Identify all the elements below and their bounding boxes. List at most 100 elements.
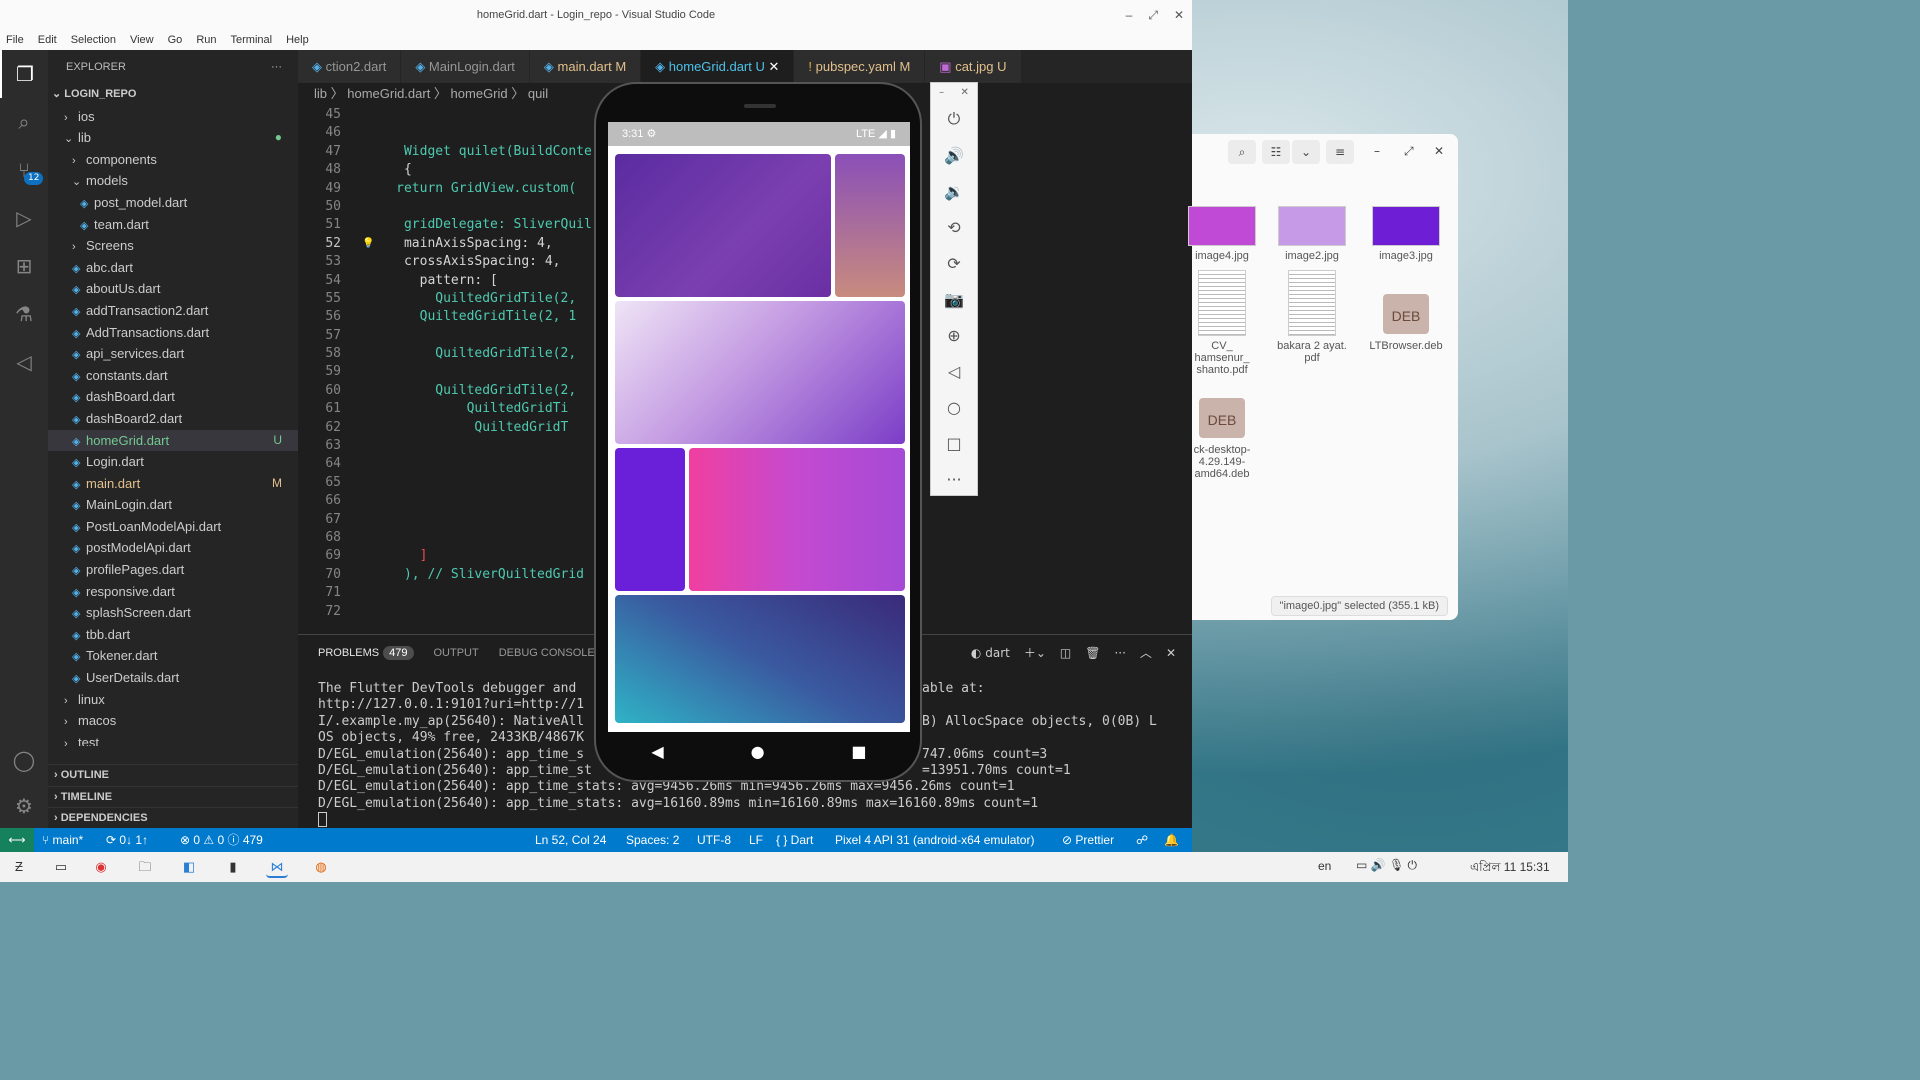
editor-tab[interactable]: ◈ homeGrid.dart U ✕ (641, 50, 795, 83)
more-icon[interactable]: ··· (1114, 635, 1125, 671)
view-dropdown-icon[interactable]: ⌄ (1292, 140, 1320, 164)
minimize-icon[interactable]: – (1126, 0, 1133, 30)
overview-icon[interactable]: □ (931, 425, 977, 461)
menu-terminal[interactable]: Terminal (231, 30, 273, 50)
emulator-minimize-icon[interactable]: – (939, 87, 944, 98)
section-outline[interactable]: › OUTLINE (48, 764, 298, 786)
back-icon[interactable]: ◀ (651, 742, 663, 761)
tree-folder[interactable]: › components (48, 149, 298, 171)
zorin-menu-icon[interactable]: Ƶ (8, 856, 30, 878)
file-item[interactable]: image4.jpg (1182, 206, 1262, 262)
tree-file[interactable]: ◈ Tokener.dart (48, 645, 298, 667)
tree-file[interactable]: ◈ constants.dart (48, 365, 298, 387)
tab-problems[interactable]: PROBLEMS 479 (318, 635, 414, 671)
editor-tab[interactable]: ◈ ction2.dart (298, 50, 402, 83)
close-panel-icon[interactable]: ✕ (1166, 635, 1176, 671)
eol-status[interactable]: LF (749, 828, 763, 852)
maximize-panel-icon[interactable]: ︿ (1140, 635, 1152, 671)
tree-file[interactable]: ◈ PostLoanModelApi.dart (48, 516, 298, 538)
lightbulb-icon[interactable]: 💡 (362, 235, 374, 253)
tree-folder[interactable]: › Screens (48, 235, 298, 257)
tree-file[interactable]: ◈ tbb.dart (48, 624, 298, 646)
cursor-position[interactable]: Ln 52, Col 24 (535, 828, 606, 852)
rotate-left-icon[interactable]: ⟲ (931, 209, 977, 245)
file-item[interactable]: image3.jpg (1366, 206, 1446, 262)
grid-tile-4[interactable] (615, 448, 685, 591)
home-icon[interactable]: ● (751, 742, 765, 761)
maximize-icon[interactable]: ⤢ (1404, 144, 1414, 159)
search-icon[interactable]: ⌕ (0, 98, 48, 146)
tree-file[interactable]: ◈ team.dart (48, 214, 298, 236)
tree-file[interactable]: ◈ api_services.dart (48, 343, 298, 365)
grid-tile-5[interactable] (689, 448, 905, 591)
section-dependencies[interactable]: › DEPENDENCIES (48, 807, 298, 829)
tree-file[interactable]: ◈ addTransaction2.dart (48, 300, 298, 322)
emulator-close-icon[interactable]: ✕ (960, 87, 968, 98)
account-icon[interactable]: ◯ (0, 736, 48, 784)
close-icon[interactable]: ✕ (1434, 144, 1444, 158)
section-timeline[interactable]: › TIMELINE (48, 785, 298, 808)
terminal-icon[interactable]: ▮ (222, 856, 244, 878)
store-icon[interactable]: ◧ (178, 856, 200, 878)
editor-tab[interactable]: ◈ MainLogin.dart (401, 50, 530, 83)
hamburger-menu-icon[interactable]: ≡ (1326, 140, 1354, 164)
back-icon[interactable]: ◁ (931, 353, 977, 389)
tree-file[interactable]: ◈ splashScreen.dart (48, 602, 298, 624)
tree-file[interactable]: ◈ post_model.dart (48, 192, 298, 214)
menu-view[interactable]: View (130, 30, 154, 50)
file-item[interactable]: image2.jpg (1272, 206, 1352, 262)
tree-file[interactable]: ◈ postModelApi.dart (48, 537, 298, 559)
firefox-icon[interactable]: ◍ (310, 856, 332, 878)
tree-file[interactable]: ◈ aboutUs.dart (48, 278, 298, 300)
home-icon[interactable]: ○ (931, 389, 977, 425)
maximize-icon[interactable]: ⤢ (1148, 0, 1158, 30)
tree-file[interactable]: ◈ MainLogin.dart (48, 494, 298, 516)
branch-status[interactable]: ⑂ main* (42, 828, 83, 852)
zoom-icon[interactable]: ⊕ (931, 317, 977, 353)
tree-file[interactable]: ◈ UserDetails.dart (48, 667, 298, 689)
feedback-icon[interactable]: ☍ (1136, 828, 1148, 852)
view-toggle-icon[interactable]: ☷ (1262, 140, 1290, 164)
notifications-icon[interactable]: 🔔 (1164, 828, 1179, 852)
emulator-screen[interactable]: 3:31 ⚙ LTE ◢ ▮ (608, 122, 910, 732)
menu-go[interactable]: Go (168, 30, 183, 50)
tree-file[interactable]: ◈ responsive.dart (48, 581, 298, 603)
more-icon[interactable]: ··· (931, 461, 977, 497)
file-item[interactable]: DEB LTBrowser.deb (1366, 294, 1446, 352)
menu-file[interactable]: File (6, 30, 24, 50)
vscode-icon[interactable]: ⋈ (266, 856, 288, 878)
camera-icon[interactable]: 📷 (931, 281, 977, 317)
chrome-icon[interactable]: ◉ (90, 856, 112, 878)
settings-gear-icon[interactable]: ⚙ (0, 782, 48, 830)
tree-file[interactable]: ◈ homeGrid.dart U (48, 429, 298, 452)
explorer-icon[interactable]: ❐ (0, 50, 48, 98)
grid-tile-6[interactable] (615, 595, 905, 723)
grid-tile-3[interactable] (615, 301, 905, 444)
menu-run[interactable]: Run (196, 30, 216, 50)
grid-tile-1[interactable] (615, 154, 831, 297)
editor-tab[interactable]: ▣ cat.jpg U (925, 50, 1022, 83)
menu-selection[interactable]: Selection (71, 30, 116, 50)
close-icon[interactable]: ✕ (1174, 0, 1184, 30)
editor-tab[interactable]: ◈ main.dart M (529, 50, 642, 83)
sync-status[interactable]: ⟳ 0↓ 1↑ (106, 828, 148, 852)
split-terminal-icon[interactable]: ◫ (1060, 635, 1071, 671)
more-actions-icon[interactable]: ··· (271, 50, 282, 84)
run-debug-icon[interactable]: ▷ (0, 194, 48, 242)
menu-help[interactable]: Help (286, 30, 309, 50)
clock[interactable]: এপ্রিল 11 15:31 (1470, 859, 1550, 879)
tree-file[interactable]: ◈ main.dart M (48, 473, 298, 495)
repo-root[interactable]: ⌄ LOGIN_REPO (48, 84, 298, 106)
minimize-icon[interactable]: – (1374, 144, 1380, 158)
terminal-selector[interactable]: ◐ dart (971, 635, 1010, 671)
prettier-status[interactable]: ⊘ Prettier (1062, 828, 1114, 852)
source-control-icon[interactable]: ⑂ 12 (0, 146, 48, 194)
tab-output[interactable]: OUTPUT (434, 635, 479, 671)
tree-folder[interactable]: › ios (48, 106, 298, 128)
extensions-icon[interactable]: ⊞ (0, 242, 48, 290)
tree-file[interactable]: ◈ abc.dart (48, 257, 298, 279)
device-status[interactable]: Pixel 4 API 31 (android-x64 emulator) (835, 828, 1034, 852)
flutter-icon[interactable]: ◁ (0, 338, 48, 386)
editor-tab[interactable]: ! pubspec.yaml M (794, 50, 926, 83)
new-terminal-icon[interactable]: ＋⌄ (1024, 635, 1046, 671)
